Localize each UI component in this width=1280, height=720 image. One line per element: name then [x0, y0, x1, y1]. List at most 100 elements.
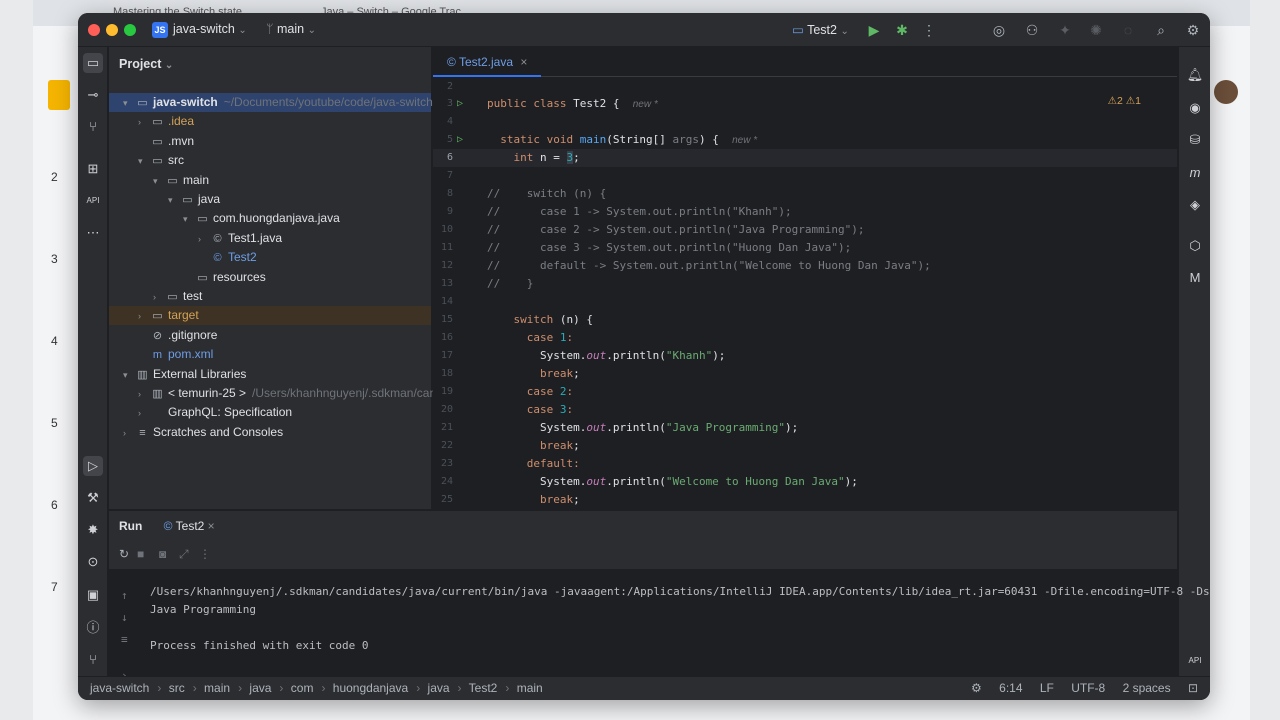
debug-icon[interactable]: ✱ [893, 21, 911, 39]
tree-item[interactable]: ▾ ▥ External Libraries [109, 365, 431, 384]
tree-item[interactable]: ▾ ▭ com.huongdanjava.java [109, 209, 431, 228]
scroll-up-icon[interactable]: ↑ [121, 589, 128, 602]
breadcrumb-item[interactable]: java [428, 681, 450, 695]
run-gutter-icon[interactable]: ▷ [457, 131, 463, 149]
tree-item[interactable]: › GraphQL: Specification [109, 403, 431, 422]
branch-switcher[interactable]: ᛘ main ⌄ [266, 22, 316, 36]
close-tab-icon[interactable]: × [520, 55, 527, 69]
line-separator[interactable]: LF [1040, 681, 1054, 695]
tab-test2-java[interactable]: © Test2.java × [433, 47, 542, 77]
run-gutter-icon[interactable]: ▷ [457, 95, 463, 113]
tree-item[interactable]: › ▭ test [109, 287, 431, 306]
structure-icon[interactable]: ⊞ [83, 159, 103, 179]
tree-item[interactable]: ▾ ▭ java-switch ~/Documents/youtube/code/ja… [109, 93, 433, 113]
database-icon[interactable]: ⛁ [1185, 130, 1205, 150]
run-tool-icon[interactable]: ▷ [83, 456, 103, 476]
chevron-right-icon[interactable]: › [138, 404, 150, 423]
build-hammer-icon[interactable]: ⚒ [83, 488, 103, 508]
breadcrumb-item[interactable]: java-switch [90, 681, 149, 695]
scroll-down-icon[interactable]: ↓ [121, 611, 128, 624]
pull-requests-icon[interactable]: ⑂ [83, 117, 103, 137]
tree-item[interactable]: ▾ ▭ java [109, 190, 431, 209]
breadcrumb-item[interactable]: src [169, 681, 185, 695]
console-output[interactable]: ↑ ↓ ≡ › /Users/khanhnguyenj/.sdkman/cand… [109, 569, 1210, 682]
tree-item[interactable]: ⊘ .gitignore [109, 326, 431, 345]
breadcrumb-item[interactable]: main [517, 681, 543, 695]
maven-icon[interactable]: m [1185, 163, 1205, 183]
chevron-right-icon[interactable]: › [138, 385, 150, 404]
tree-item[interactable]: © Test2 [109, 248, 431, 267]
settings-gear-icon[interactable]: ⚙ [1184, 21, 1202, 39]
search-icon[interactable]: ⌕ [1152, 21, 1170, 39]
commit-icon[interactable]: ⊸ [83, 85, 103, 105]
breadcrumb-item[interactable]: main [204, 681, 230, 695]
more-icon[interactable]: ⋮ [920, 21, 938, 39]
tree-item[interactable]: ▭ .mvn [109, 132, 431, 151]
chevron-right-icon[interactable]: › [138, 113, 150, 132]
ai-status-icon[interactable]: ⚙ [971, 681, 982, 695]
terminal-icon[interactable]: ▣ [83, 585, 103, 605]
tree-item[interactable]: › ▭ .idea [109, 112, 431, 131]
chevron-down-icon[interactable]: ▾ [138, 152, 150, 171]
project-panel-title[interactable]: Project ⌄ [119, 57, 173, 71]
rerun-icon[interactable]: ↻ [119, 547, 129, 561]
file-encoding[interactable]: UTF-8 [1071, 681, 1105, 695]
close-window-button[interactable] [88, 24, 100, 36]
breadcrumb-item[interactable]: java [249, 681, 271, 695]
gradle-icon[interactable]: ◈ [1185, 195, 1205, 215]
tree-item[interactable]: ▭ resources [109, 268, 431, 287]
markdown-icon[interactable]: M [1185, 268, 1205, 288]
copilot-icon[interactable]: ⬡ [1185, 236, 1205, 256]
tree-item[interactable]: m pom.xml [109, 345, 431, 364]
tree-item[interactable]: › ≡ Scratches and Consoles [109, 423, 431, 442]
zoom-window-button[interactable] [124, 24, 136, 36]
api-icon[interactable]: API [1185, 651, 1205, 671]
chevron-down-icon[interactable]: ▾ [168, 191, 180, 210]
tree-item[interactable]: ▾ ▭ src [109, 151, 431, 170]
ai-assistant-icon[interactable]: ◎ [990, 21, 1008, 39]
breadcrumb-item[interactable]: Test2 [469, 681, 498, 695]
run-config-selector[interactable]: ▭ Test2 ⌄ [792, 22, 849, 37]
stop-icon[interactable]: ■ [137, 547, 144, 561]
code-with-me-icon[interactable]: ✺ [1087, 21, 1105, 39]
more-icon[interactable]: ⋮ [199, 547, 211, 561]
git-icon[interactable]: ⑂ [83, 650, 103, 670]
code-view[interactable]: 2 3 ▷ public class Test2 { new * 4 5 ▷ stat… [433, 78, 1177, 509]
api-icon[interactable]: API [83, 191, 103, 211]
plugin-icon[interactable]: ✦ [1056, 21, 1074, 39]
caret-position[interactable]: 6:14 [999, 681, 1022, 695]
notifications-bell-icon[interactable]: 🔔︎ [1185, 65, 1205, 85]
add-user-icon[interactable]: ⚇ [1023, 21, 1041, 39]
minimize-window-button[interactable] [106, 24, 118, 36]
close-tab-icon[interactable]: × [208, 519, 215, 533]
sync-icon[interactable]: ◌ [1119, 21, 1137, 39]
lock-icon[interactable]: ⊡ [1188, 681, 1198, 695]
tree-item[interactable]: ▾ ▭ main [109, 171, 431, 190]
run-tab[interactable]: © Test2 × [164, 519, 215, 533]
services-icon[interactable]: ⊙ [83, 552, 103, 572]
ai-chat-icon[interactable]: ◉ [1185, 98, 1205, 118]
chevron-down-icon[interactable]: ▾ [123, 366, 135, 385]
tree-item[interactable]: › ▥ < temurin-25 > /Users/khanhnguyenj/.sdk… [109, 384, 452, 404]
more-tools-icon[interactable]: ⋯ [83, 223, 103, 243]
chevron-down-icon[interactable]: ▾ [183, 210, 195, 229]
project-switcher[interactable]: JS java-switch ⌄ [152, 22, 247, 38]
run-icon[interactable]: ▶ [865, 21, 883, 39]
breadcrumb-item[interactable]: huongdanjava [333, 681, 408, 695]
chevron-right-icon[interactable]: › [138, 307, 150, 326]
user-avatar[interactable] [1214, 80, 1238, 104]
problems-icon[interactable]: ✸ [83, 520, 103, 540]
tree-item[interactable]: › ▭ target [109, 306, 431, 326]
problems-info-icon[interactable]: ⓘ [83, 618, 103, 638]
tree-item[interactable]: › © Test1.java [109, 229, 431, 248]
soft-wrap-icon[interactable]: ≡ [121, 633, 128, 646]
camera-icon[interactable]: ◙ [159, 547, 166, 561]
chevron-right-icon[interactable]: › [123, 424, 135, 443]
chevron-right-icon[interactable]: › [153, 288, 165, 307]
project-tool-icon[interactable]: ▭ [83, 53, 103, 73]
chevron-down-icon[interactable]: ▾ [153, 172, 165, 191]
restore-layout-icon[interactable]: ⤢ [179, 547, 189, 562]
indent-setting[interactable]: 2 spaces [1123, 681, 1171, 695]
chevron-right-icon[interactable]: › [198, 230, 210, 249]
chevron-down-icon[interactable]: ▾ [123, 94, 135, 113]
